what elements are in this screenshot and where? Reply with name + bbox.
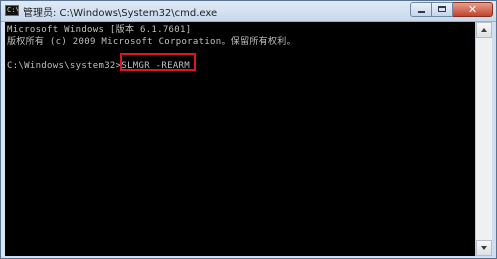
scroll-up-button[interactable] [476,22,492,38]
minimize-icon [418,11,425,13]
arrow-up-icon [481,28,487,32]
title-bar[interactable]: C:\ 管理员: C:\Windows\System32\cmd.exe ✕ [1,1,496,22]
vertical-scrollbar[interactable] [475,22,492,256]
arrow-down-icon [481,246,487,250]
scroll-down-button[interactable] [476,240,492,256]
window-frame-right [492,22,496,258]
window-frame-bottom [1,256,496,258]
maximize-icon [438,6,446,12]
command-highlight-box [120,53,196,71]
console-output[interactable]: Microsoft Windows [版本 6.1.7601] 版权所有 (c)… [5,22,475,256]
cmd-icon-glyph: C:\ [7,6,19,14]
close-icon: ✕ [467,3,478,16]
close-button[interactable]: ✕ [453,2,493,17]
maximize-button[interactable] [432,2,453,17]
copyright-line: 版权所有 (c) 2009 Microsoft Corporation。保留所有… [7,37,296,47]
cmd-icon[interactable]: C:\ [5,5,19,16]
version-line: Microsoft Windows [版本 6.1.7601] [7,25,192,35]
caption-buttons: ✕ [410,2,493,17]
window-title: 管理员: C:\Windows\System32\cmd.exe [23,8,218,19]
minimize-button[interactable] [410,2,432,17]
cmd-window: C:\ 管理员: C:\Windows\System32\cmd.exe ✕ M… [0,0,497,259]
prompt: C:\Windows\system32> [7,61,122,71]
